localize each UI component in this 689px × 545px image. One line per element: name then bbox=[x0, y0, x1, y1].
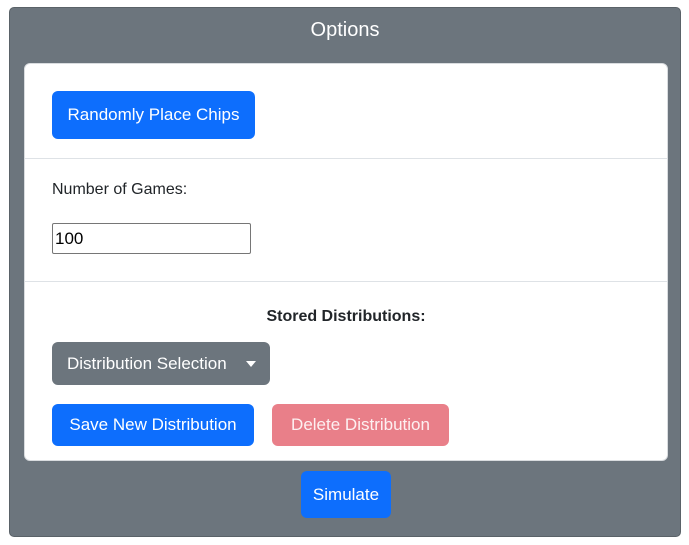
number-of-games-label: Number of Games: bbox=[52, 181, 188, 198]
randomly-place-chips-button[interactable]: Randomly Place Chips bbox=[52, 91, 255, 139]
simulate-button[interactable]: Simulate bbox=[301, 471, 391, 518]
distributions-section: Stored Distributions: Distribution Selec… bbox=[25, 282, 667, 462]
panel-title: Options bbox=[310, 19, 380, 41]
options-card: Randomly Place Chips Number of Games: St… bbox=[24, 63, 668, 461]
games-section: Number of Games: bbox=[25, 159, 667, 282]
options-panel: Options Randomly Place Chips Number of G… bbox=[9, 7, 681, 537]
random-section: Randomly Place Chips bbox=[25, 64, 667, 159]
stored-distributions-label: Stored Distributions: bbox=[266, 308, 426, 325]
distribution-selection-dropdown[interactable]: Distribution Selection bbox=[52, 342, 270, 385]
save-new-distribution-button[interactable]: Save New Distribution bbox=[52, 404, 254, 446]
distribution-selection-label: Distribution Selection bbox=[67, 353, 227, 373]
number-of-games-input[interactable] bbox=[52, 223, 251, 254]
caret-down-icon bbox=[246, 361, 256, 367]
delete-distribution-button[interactable]: Delete Distribution bbox=[272, 404, 449, 446]
